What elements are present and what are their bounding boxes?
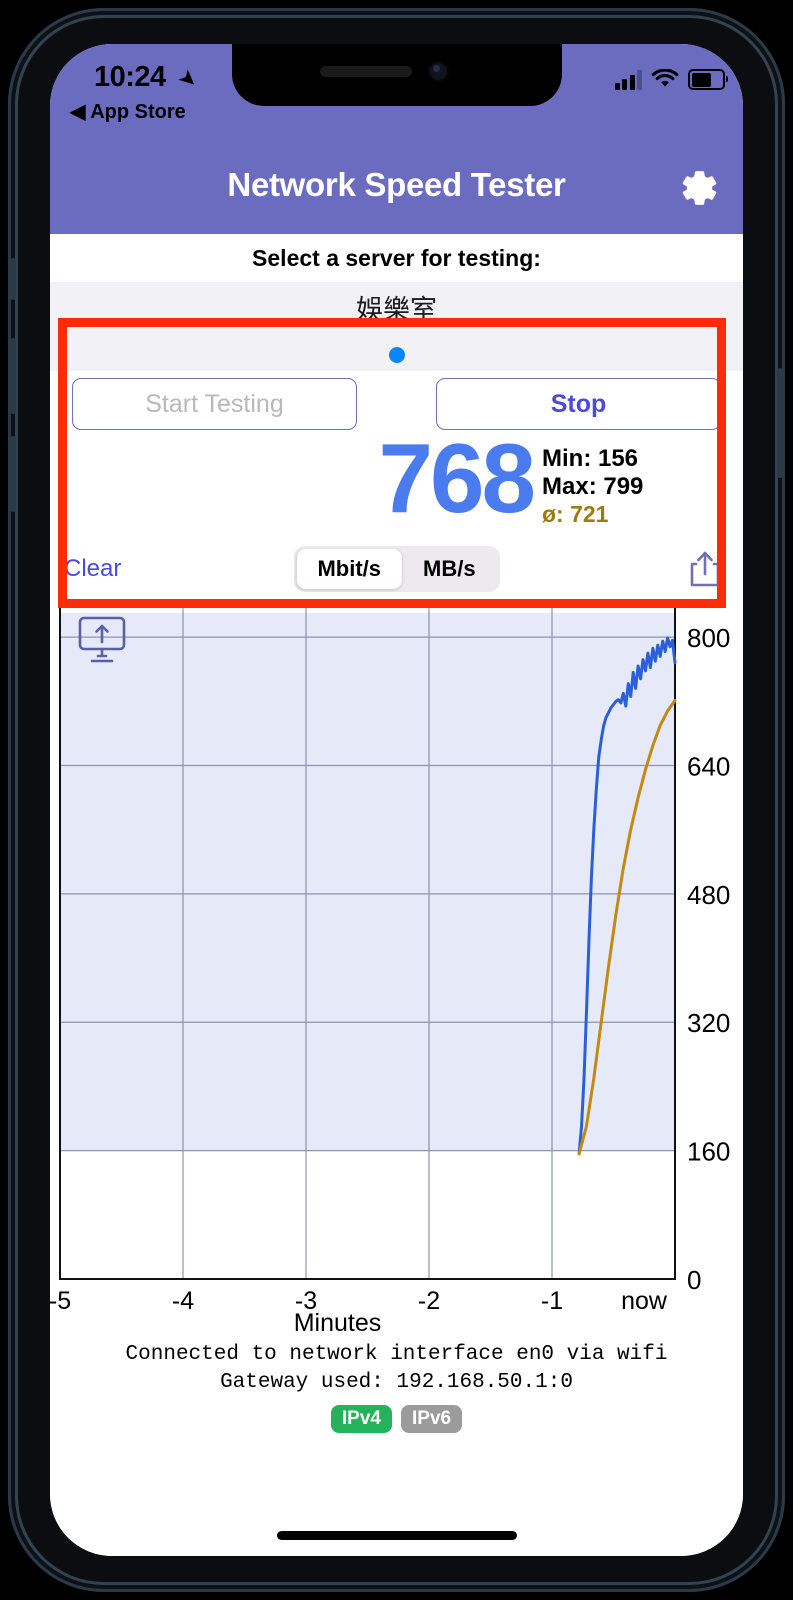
server-prompt-label: Select a server for testing:: [50, 234, 743, 282]
navigation-bar: Network Speed Tester: [50, 144, 743, 234]
ip-badges: IPv4 IPv6: [50, 1405, 743, 1434]
earpiece-speaker: [319, 66, 412, 77]
main-content: Select a server for testing: 娛樂室 Start T…: [50, 234, 743, 1556]
svg-text:-1: -1: [541, 1287, 563, 1315]
speed-readout: 768 Min: 156 Max: 799 ø: 721: [50, 429, 743, 541]
speed-stats: Min: 156 Max: 799 ø: 721: [542, 445, 643, 527]
volume-down-button[interactable]: [10, 436, 16, 512]
back-to-app-store-link[interactable]: ◀ App Store: [70, 99, 186, 124]
svg-text:now: now: [621, 1287, 668, 1315]
unit-segmented-control[interactable]: Mbit/s MB/s: [293, 546, 500, 592]
gear-icon[interactable]: [675, 165, 721, 211]
secondary-control-row: Clear Mbit/s MB/s: [50, 541, 743, 597]
status-badge-ipv4: IPv4: [330, 1405, 392, 1434]
notch: [231, 44, 562, 106]
svg-text:800: 800: [687, 623, 730, 653]
power-button[interactable]: [777, 368, 783, 478]
page-indicator-strip: [50, 339, 743, 371]
svg-text:160: 160: [687, 1137, 730, 1167]
battery-icon: [688, 69, 728, 90]
server-picker[interactable]: 娛樂室: [50, 282, 743, 339]
min-speed-label: Min: 156: [542, 445, 639, 472]
svg-text:-4: -4: [172, 1287, 194, 1315]
speed-chart: 0 160 320 480 640 800 -5 -4 -3 -2 -1 now Minutes: [50, 597, 743, 1337]
phone-screen: 10:24 ➤ ◀ App Store Network Speed Tester: [50, 44, 743, 1556]
svg-text:320: 320: [687, 1008, 730, 1038]
connection-interface-line: Connected to network interface en0 via w…: [125, 1343, 668, 1366]
svg-text:Minutes: Minutes: [294, 1309, 382, 1337]
unit-option-mbytes[interactable]: MB/s: [402, 549, 497, 589]
svg-text:640: 640: [687, 751, 730, 781]
current-speed-value: 768: [378, 423, 536, 533]
status-badge-ipv6: IPv6: [401, 1405, 463, 1434]
location-arrow-icon: ➤: [173, 63, 204, 95]
svg-text:-5: -5: [50, 1287, 71, 1315]
unit-option-mbits[interactable]: Mbit/s: [296, 549, 402, 589]
page-indicator-dot[interactable]: [388, 347, 405, 363]
max-speed-label: Max: 799: [542, 472, 644, 500]
svg-text:0: 0: [687, 1265, 701, 1295]
home-indicator[interactable]: [276, 1531, 517, 1540]
front-camera: [427, 61, 449, 82]
svg-text:480: 480: [687, 880, 730, 910]
connection-footer: Connected to network interface en0 via w…: [50, 1341, 743, 1434]
status-time: 10:24: [94, 61, 166, 93]
start-testing-button[interactable]: Start Testing: [72, 378, 357, 430]
silent-switch[interactable]: [10, 258, 16, 300]
svg-text:-2: -2: [418, 1287, 440, 1315]
monitor-upload-icon: [78, 616, 126, 663]
cellular-signal-icon: [614, 70, 642, 90]
chart-canvas: 0160320480640800-5 -4 -3 -2 -1 nowMinutes: [50, 604, 730, 1337]
status-icons: [614, 64, 728, 90]
page-title: Network Speed Tester: [227, 166, 566, 203]
share-icon[interactable]: [689, 550, 721, 588]
gateway-line: Gateway used: 192.168.50.1:0: [220, 1370, 573, 1394]
clear-button[interactable]: Clear: [64, 555, 121, 583]
volume-up-button[interactable]: [10, 338, 16, 414]
average-speed-label: ø: 721: [542, 500, 609, 527]
wifi-icon: [651, 69, 679, 87]
phone-frame: 10:24 ➤ ◀ App Store Network Speed Tester: [8, 8, 785, 1592]
